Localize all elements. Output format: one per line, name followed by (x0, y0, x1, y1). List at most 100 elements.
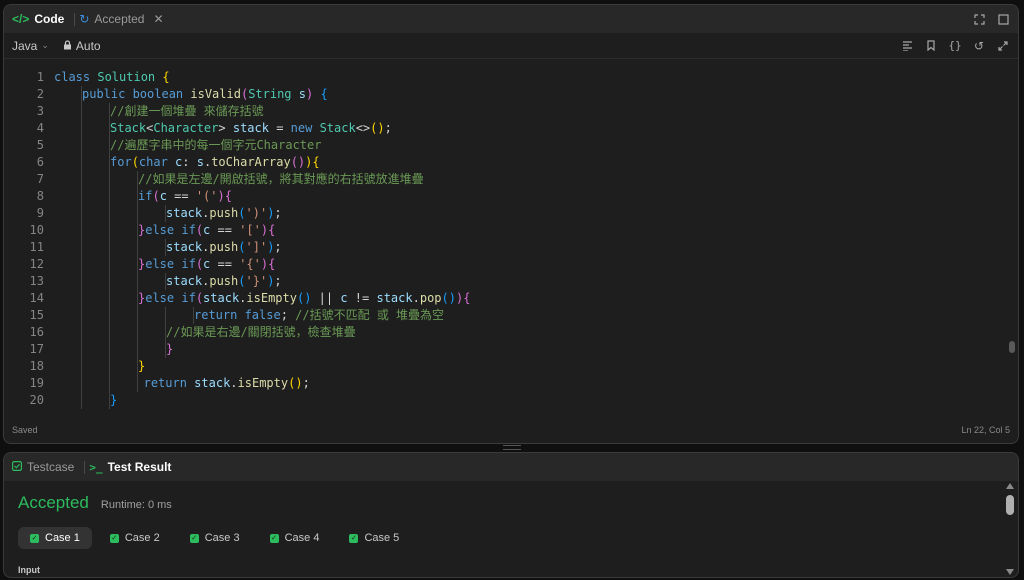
tab-code[interactable]: </> Code (12, 12, 64, 26)
fullscreen-icon[interactable] (972, 12, 986, 26)
code-line[interactable]: 12 }else if(c == '{'){ (4, 256, 1018, 273)
braces-icon[interactable]: {} (948, 39, 962, 53)
code-text: }else if(c == '{'){ (138, 257, 276, 271)
expand-icon[interactable] (996, 39, 1010, 53)
scroll-up-icon[interactable] (1006, 483, 1014, 489)
auto-toggle[interactable]: Auto (63, 39, 101, 53)
indent-guide (109, 324, 110, 341)
maximize-icon[interactable] (996, 12, 1010, 26)
code-text: //創建一個堆疊 來儲存括號 (110, 104, 264, 118)
indent-guide (109, 205, 110, 222)
indent-guide (137, 358, 138, 375)
case-tab[interactable]: ✓ Case 2 (98, 527, 172, 549)
indent-guide (109, 103, 110, 120)
code-panel: </> Code ↻ Accepted ✕ Java ⌄ Auto {} ↺ 1… (3, 4, 1019, 444)
indent-guide (81, 222, 82, 239)
scroll-down-icon[interactable] (1006, 569, 1014, 575)
case-tab[interactable]: ✓ Case 5 (337, 527, 411, 549)
code-text: class Solution { (54, 70, 170, 84)
code-line[interactable]: 2 public boolean isValid(String s) { (4, 86, 1018, 103)
code-text: } (138, 359, 146, 373)
code-text: }else if(c == '['){ (138, 223, 276, 237)
line-number: 1 (36, 70, 44, 84)
line-number: 14 (29, 291, 44, 305)
code-line[interactable]: 8 if(c == '('){ (4, 188, 1018, 205)
case-tab[interactable]: ✓ Case 4 (258, 527, 332, 549)
panel-resize-handle[interactable] (503, 445, 521, 450)
case-tab[interactable]: ✓ Case 3 (178, 527, 252, 549)
code-line[interactable]: 7 //如果是左邊/開啟括號，將其對應的右括號放進堆疊 (4, 171, 1018, 188)
code-line[interactable]: 6 for(char c: s.toCharArray()){ (4, 154, 1018, 171)
result-panel: Testcase >_ Test Result Accepted Runtime… (3, 452, 1019, 578)
line-number: 7 (36, 172, 44, 186)
code-line[interactable]: 19 return stack.isEmpty(); (4, 375, 1018, 392)
language-select[interactable]: Java ⌄ (12, 39, 49, 53)
code-line[interactable]: 9 stack.push(')'); (4, 205, 1018, 222)
tab-separator (74, 12, 76, 26)
code-line[interactable]: 16 //如果是右邊/關閉括號，檢查堆疊 (4, 324, 1018, 341)
code-line[interactable]: 18} (4, 358, 1018, 375)
code-text: //如果是左邊/開啟括號，將其對應的右括號放進堆疊 (138, 172, 424, 186)
indent-guide (137, 341, 138, 358)
indent-guide (81, 392, 82, 409)
bookmark-icon[interactable] (924, 39, 938, 53)
indent-guide (81, 307, 82, 324)
line-number: 9 (36, 206, 44, 220)
indent-guide (137, 188, 138, 205)
auto-label: Auto (75, 38, 101, 53)
code-line[interactable]: 14}else if(stack.isEmpty() || c != stack… (4, 290, 1018, 307)
indent-guide (109, 392, 110, 409)
indent-guide (81, 205, 82, 222)
indent-guide (109, 273, 110, 290)
indent-guide (109, 358, 110, 375)
case-tab[interactable]: ✓ Case 1 (18, 527, 92, 549)
code-line[interactable]: 20} (4, 392, 1018, 409)
line-number: 12 (29, 257, 44, 271)
tab-accepted[interactable]: ↻ Accepted ✕ (79, 12, 163, 26)
reset-icon[interactable]: ↺ (972, 39, 986, 53)
result-panel-header: Testcase >_ Test Result (4, 453, 1018, 481)
scrollbar-thumb[interactable] (1006, 495, 1014, 515)
code-text: //遍歷字串中的每一個字元Character (110, 138, 322, 152)
line-number: 19 (29, 376, 44, 390)
indent-guide (165, 324, 166, 341)
tab-test-result[interactable]: >_ Test Result (89, 460, 171, 474)
code-line[interactable]: 10}else if(c == '['){ (4, 222, 1018, 239)
result-scrollbar[interactable] (1005, 481, 1015, 577)
code-text: Stack<Character> stack = new Stack<>(); (110, 121, 392, 135)
code-line[interactable]: 15 return false; //括號不匹配 或 堆疊為空 (4, 307, 1018, 324)
code-line[interactable]: 1 class Solution { (4, 69, 1018, 86)
editor-scrollbar[interactable] (1008, 61, 1016, 413)
format-icon[interactable] (900, 39, 914, 53)
line-number: 18 (29, 359, 44, 373)
indent-guide (137, 205, 138, 222)
code-panel-header: </> Code ↻ Accepted ✕ (4, 5, 1018, 33)
code-editor[interactable]: 1 class Solution { 2 public boolean isValid… (4, 61, 1018, 413)
indent-guide (165, 341, 166, 358)
code-line[interactable]: 5 //遍歷字串中的每一個字元Character (4, 137, 1018, 154)
case-label: Case 1 (45, 532, 80, 544)
indent-guide (81, 86, 82, 103)
line-number: 11 (29, 240, 44, 254)
tab-test-result-label: Test Result (107, 460, 172, 474)
code-icon: </> (12, 12, 30, 26)
code-line[interactable]: 17} (4, 341, 1018, 358)
indent-guide (137, 171, 138, 188)
line-number: 16 (29, 325, 44, 339)
code-line[interactable]: 3 //創建一個堆疊 來儲存括號 (4, 103, 1018, 120)
indent-guide (165, 205, 166, 222)
line-number: 8 (36, 189, 44, 203)
code-line[interactable]: 11 stack.push(']'); (4, 239, 1018, 256)
code-text: if(c == '('){ (138, 189, 232, 203)
check-icon: ✓ (349, 533, 359, 543)
code-line[interactable]: 4 Stack<Character> stack = new Stack<>(); (4, 120, 1018, 137)
tab-testcase[interactable]: Testcase (12, 460, 74, 474)
code-line[interactable]: 13 stack.push('}'); (4, 273, 1018, 290)
indent-guide (109, 290, 110, 307)
indent-guide (81, 256, 82, 273)
indent-guide (109, 171, 110, 188)
indent-guide (137, 375, 138, 392)
close-icon[interactable]: ✕ (153, 12, 163, 26)
indent-guide (81, 171, 82, 188)
scrollbar-thumb[interactable] (1009, 341, 1015, 353)
